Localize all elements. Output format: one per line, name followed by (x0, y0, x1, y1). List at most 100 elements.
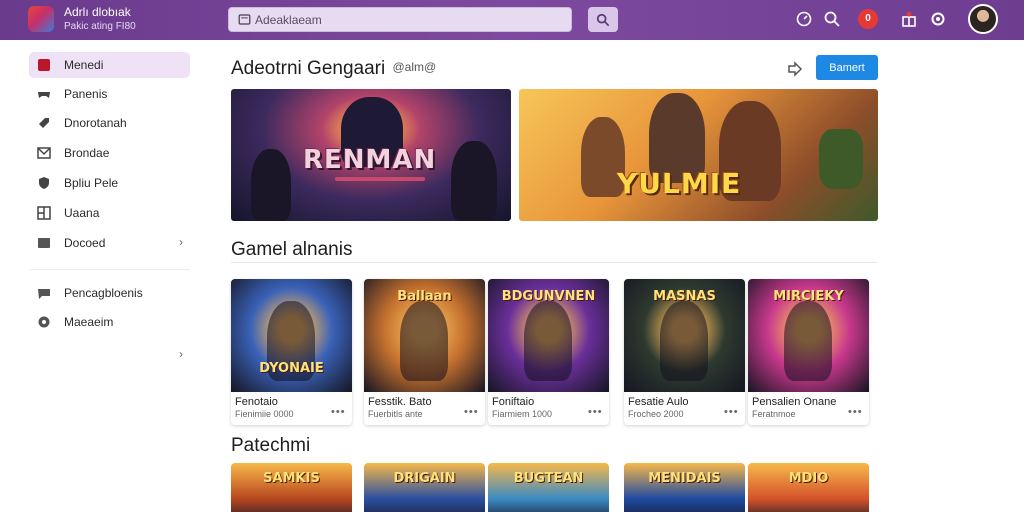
magnifier-icon (596, 13, 610, 27)
featured-section-title: Adeotrni Gengaari @alm@ (231, 58, 436, 80)
game-card[interactable]: BDGUNVNEN Foniftaio Fiarmiem 1000 ••• (488, 279, 609, 425)
sidebar-item-4[interactable]: Bpliu Pele (29, 170, 190, 196)
sidebar-item-0[interactable]: Menedi (29, 52, 190, 78)
more-options-icon[interactable]: ••• (588, 406, 603, 418)
more-options-icon[interactable]: ••• (848, 406, 863, 418)
sidebar-item-label: Uaana (64, 206, 100, 220)
game-card-art-title: Ballaan (397, 289, 452, 304)
popular-card[interactable]: DRIGAIN (364, 463, 485, 512)
app-title: Adrlı dlobıak (64, 5, 131, 19)
app-subtitle: Pakic ating FI80 (64, 21, 136, 32)
game-card-art-title: MASNAS (653, 289, 716, 304)
section-divider (231, 262, 878, 263)
popular-section-title: Patechmi (231, 435, 311, 456)
tag-icon (39, 118, 49, 128)
game-card-subtitle: Fiarmiem 1000 (492, 409, 553, 419)
sidebar-item-label: Panenis (64, 87, 108, 101)
banner-subtitle-bar (335, 177, 425, 181)
user-avatar[interactable] (968, 4, 998, 34)
game-card[interactable]: DYONAIE Fenotaio Fienimiie 0000 ••• (231, 279, 352, 425)
shield-icon (39, 177, 49, 189)
sidebar-item-7[interactable]: Pencagbloenis (29, 280, 190, 306)
grid-icon (37, 206, 51, 220)
game-card-subtitle: Fienimiie 0000 (235, 409, 294, 419)
chevron-right-icon[interactable]: › (179, 347, 183, 361)
featured-banner-2[interactable]: YULMIE (519, 89, 878, 221)
game-card-title: Pensalien Onane (752, 396, 837, 408)
featured-title-badge: @alm@ (392, 60, 437, 74)
sidebar-item-label: Pencagbloenis (64, 286, 143, 300)
sidebar-item-label: Dnorotanah (64, 116, 127, 130)
sidebar-item-label: Brondae (64, 146, 110, 160)
sidebar-item-1[interactable]: Panenis (29, 81, 190, 107)
compass-icon[interactable] (795, 10, 813, 28)
game-card-character (784, 301, 832, 381)
game-card-title: Foniftaio (492, 396, 535, 408)
top-bar: Adrlı dlobıak Pakic ating FI80 0 (0, 0, 1024, 40)
game-card-title: Fenotaio (235, 396, 278, 408)
banner-character (251, 149, 291, 221)
banner-title: RENMAN (303, 145, 437, 175)
popular-card[interactable]: MDIO (748, 463, 869, 512)
mail-icon (37, 147, 51, 159)
sidebar-item-2[interactable]: Dnorotanah (29, 110, 190, 136)
popular-card[interactable]: MENIDAIS (624, 463, 745, 512)
settings-icon[interactable] (929, 10, 947, 28)
popular-card-art-title: MDIO (788, 471, 829, 486)
popular-card-art-title: DRIGAIN (393, 471, 456, 486)
game-card-subtitle: Feratnmoe (752, 409, 796, 419)
more-options-icon[interactable]: ••• (464, 406, 479, 418)
gamepad-icon (38, 92, 50, 98)
sidebar-item-label: Docoed (64, 236, 106, 250)
chevron-right-icon: › (179, 235, 183, 249)
home-icon (38, 59, 50, 71)
folder-icon (38, 238, 50, 248)
game-card[interactable]: MASNAS Fesatie Aulo Frocheo 2000 ••• (624, 279, 745, 425)
more-options-icon[interactable]: ••• (331, 406, 346, 418)
sidebar-item-5[interactable]: Uaana (29, 200, 190, 226)
banner-title: YULMIE (617, 167, 742, 200)
game-card[interactable]: Ballaan Fesstik. Bato Fuerbitls ante ••• (364, 279, 485, 425)
search-button[interactable] (588, 7, 618, 32)
popular-card-art-title: SAMKIS (263, 471, 320, 486)
featured-banner-1[interactable]: RENMAN (231, 89, 511, 221)
sidebar-item-label: Bpliu Pele (64, 176, 119, 190)
sidebar-item-label: Menedi (64, 58, 104, 72)
game-card-art-title: MIRCIEKY (773, 289, 844, 304)
controller-icon (38, 316, 50, 328)
game-card-subtitle: Fuerbitls ante (368, 409, 423, 419)
search-input[interactable] (255, 11, 555, 29)
notification-badge[interactable]: 0 (858, 9, 878, 29)
more-options-icon[interactable]: ••• (724, 406, 739, 418)
popular-card[interactable]: BUGTEAN (488, 463, 609, 512)
sidebar-item-6[interactable]: Docoed › (29, 230, 190, 256)
popular-card-art-title: MENIDAIS (648, 471, 721, 486)
games-section-title: Gamel alnanis (231, 239, 353, 260)
popular-card-art-title: BUGTEAN (513, 471, 584, 486)
game-card-title: Fesstik. Bato (368, 396, 432, 408)
sidebar-item-label: Maeaeim (64, 315, 114, 329)
message-icon (38, 289, 50, 299)
game-card-art-title: BDGUNVNEN (501, 289, 596, 304)
search-bar[interactable] (228, 7, 572, 32)
banner-character (451, 141, 497, 221)
featured-title-text: Adeotrni Gengaari (231, 58, 386, 79)
app-logo[interactable] (28, 6, 54, 32)
game-card-character (400, 301, 448, 381)
gift-icon[interactable] (900, 10, 918, 28)
sidebar-item-3[interactable]: Brondae (29, 140, 190, 166)
search-icon (238, 14, 251, 25)
game-card-art-title: DYONAIE (259, 361, 324, 376)
popular-card[interactable]: SAMKIS (231, 463, 352, 512)
game-card-subtitle: Frocheo 2000 (628, 409, 684, 419)
sidebar-divider (29, 269, 190, 270)
search-icon[interactable] (823, 10, 841, 28)
sidebar: Menedi Panenis Dnorotanah Brondae Bpliu … (0, 40, 205, 512)
featured-action-button[interactable]: Bamert (816, 55, 878, 80)
banner-sign (819, 129, 863, 189)
share-icon[interactable] (786, 59, 806, 79)
game-card-character (660, 301, 708, 381)
sidebar-item-8[interactable]: Maeaeim (29, 309, 190, 335)
game-card[interactable]: MIRCIEKY Pensalien Onane Feratnmoe ••• (748, 279, 869, 425)
game-card-character (524, 301, 572, 381)
